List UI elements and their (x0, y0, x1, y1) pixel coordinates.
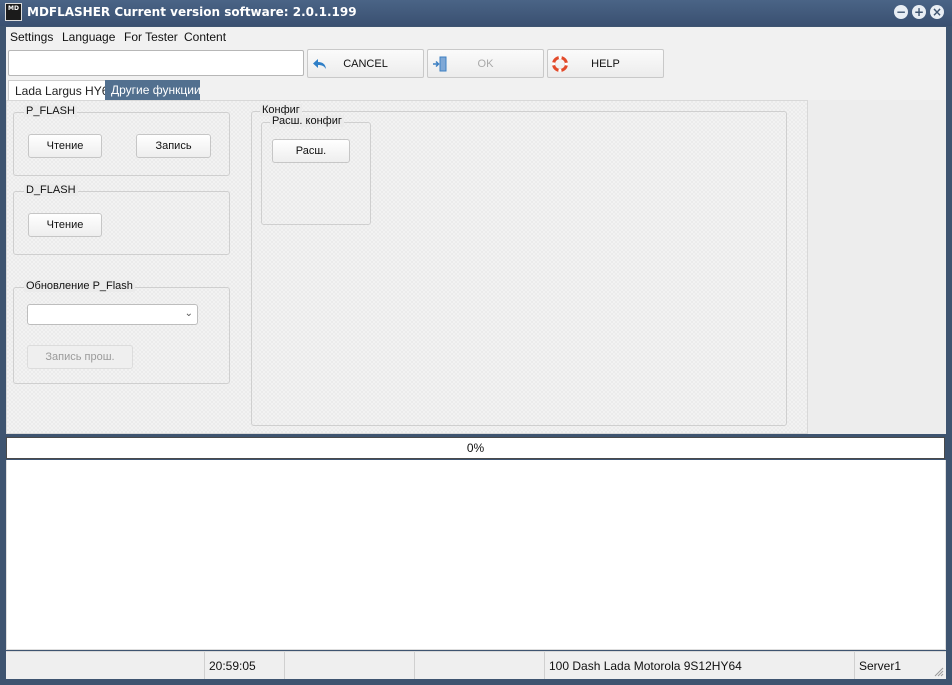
menu-language[interactable]: Language (62, 30, 115, 44)
p-flash-write-button[interactable]: Запись (136, 134, 211, 158)
d-flash-read-button[interactable]: Чтение (28, 213, 102, 237)
window-title: MDFLASHER Current version software: 2.0.… (27, 5, 357, 19)
firmware-select[interactable]: ⌄ (27, 304, 198, 325)
help-label: HELP (591, 58, 620, 70)
status-bar: 20:59:05 100 Dash Lada Motorola 9S12HY64… (6, 651, 946, 679)
status-cell-empty-2 (284, 652, 414, 679)
minimize-icon[interactable]: − (894, 5, 908, 19)
write-firmware-button[interactable]: Запись прош. (27, 345, 133, 369)
tab-lada-largus[interactable]: Lada Largus HY64 (8, 80, 115, 100)
menu-for-tester[interactable]: For Tester (124, 30, 178, 44)
d-flash-group: D_FLASH Чтение (13, 184, 230, 255)
tab-content: P_FLASH Чтение Запись D_FLASH Чтение Обн… (6, 100, 946, 434)
p-flash-update-group: Обновление P_Flash ⌄ Запись прош. (13, 280, 230, 384)
chevron-down-icon: ⌄ (184, 308, 193, 319)
ok-button[interactable]: OK (427, 49, 544, 78)
tab-bar: Lada Largus HY64 Другие функции (6, 80, 946, 100)
maximize-icon[interactable]: + (912, 5, 926, 19)
status-server: Server1 (854, 652, 946, 679)
progress-bar: 0% (6, 437, 945, 459)
cancel-button[interactable]: CANCEL (307, 49, 424, 78)
ext-config-button[interactable]: Расш. (272, 139, 350, 163)
app-window: MD MDFLASHER Current version software: 2… (0, 0, 952, 685)
p-flash-read-button[interactable]: Чтение (28, 134, 102, 158)
ext-config-group: Расш. конфиг Расш. (261, 115, 371, 225)
status-cell-empty-1 (6, 652, 204, 679)
p-flash-update-title: Обновление P_Flash (24, 280, 135, 292)
ok-label: OK (477, 58, 494, 70)
cancel-label: CANCEL (343, 58, 388, 70)
ext-config-title: Расш. конфиг (270, 115, 344, 127)
help-button[interactable]: HELP (547, 49, 664, 78)
toolbar: CANCEL OK HELP (6, 47, 946, 81)
functions-pane: P_FLASH Чтение Запись D_FLASH Чтение Обн… (6, 100, 808, 434)
p-flash-group: P_FLASH Чтение Запись (13, 105, 230, 176)
menu-bar: Settings Language For Tester Content (6, 27, 946, 47)
config-group: Конфиг Расш. конфиг Расш. (251, 104, 787, 426)
tab-other-functions[interactable]: Другие функции (105, 80, 201, 100)
progress-text: 0% (466, 441, 485, 455)
d-flash-title: D_FLASH (24, 184, 78, 196)
p-flash-title: P_FLASH (24, 105, 77, 117)
status-time: 20:59:05 (204, 652, 284, 679)
app-logo-icon: MD (5, 3, 22, 21)
menu-settings[interactable]: Settings (10, 30, 53, 44)
close-icon[interactable]: × (930, 5, 944, 19)
command-input[interactable] (8, 50, 304, 76)
log-output[interactable] (6, 460, 946, 650)
title-bar[interactable]: MD MDFLASHER Current version software: 2… (0, 0, 952, 26)
menu-content[interactable]: Content (184, 30, 226, 44)
status-device: 100 Dash Lada Motorola 9S12HY64 (544, 652, 854, 679)
status-cell-empty-3 (414, 652, 544, 679)
resize-grip-icon[interactable] (934, 667, 944, 677)
